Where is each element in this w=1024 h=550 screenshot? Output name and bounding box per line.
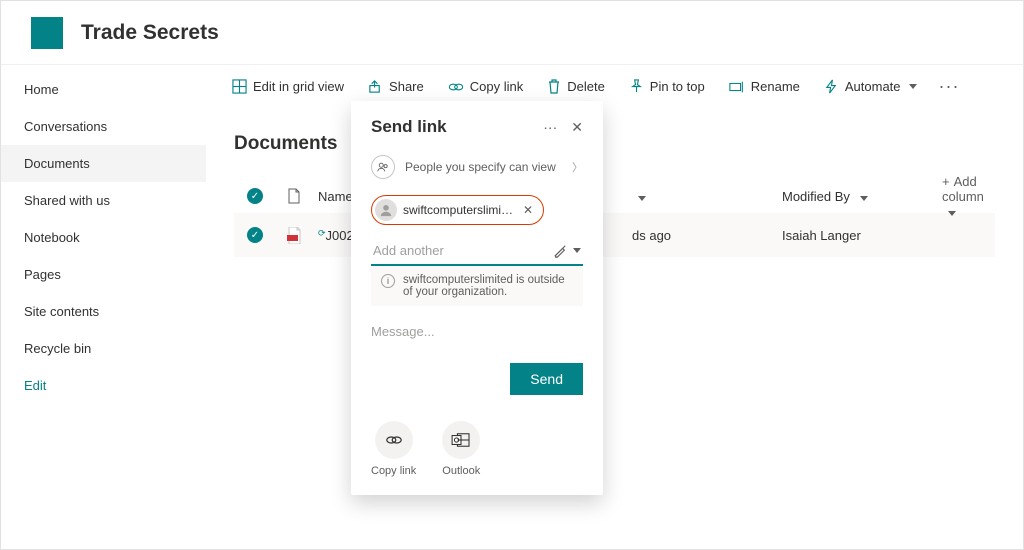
nav-site-contents[interactable]: Site contents (1, 293, 206, 330)
library-title: Documents (234, 133, 995, 155)
nav-recycle-bin[interactable]: Recycle bin (1, 330, 206, 367)
remove-recipient[interactable]: ✕ (519, 203, 537, 217)
cmd-rename[interactable]: Rename (719, 73, 810, 100)
pdf-file-icon (276, 227, 312, 244)
dialog-close[interactable]: ✕ (571, 119, 583, 136)
cmd-rename-label: Rename (751, 79, 800, 94)
action-outlook[interactable]: Outlook (442, 421, 480, 477)
person-icon (375, 199, 397, 221)
link-icon (448, 80, 464, 94)
cmd-pin-to-top[interactable]: Pin to top (619, 73, 715, 100)
automate-icon (824, 79, 839, 94)
rename-icon (729, 80, 745, 94)
grid-icon (232, 79, 247, 94)
site-tile (31, 17, 63, 49)
chevron-down-icon (638, 196, 646, 201)
cmd-pin-label: Pin to top (650, 79, 705, 94)
nav-documents[interactable]: Documents (1, 145, 206, 182)
site-title: Trade Secrets (81, 21, 219, 45)
action-outlook-label: Outlook (442, 465, 480, 477)
send-button[interactable]: Send (510, 363, 583, 395)
outlook-icon (442, 421, 480, 459)
cmd-edit-grid-view-label: Edit in grid view (253, 79, 344, 94)
site-header: Trade Secrets (1, 1, 1023, 65)
chevron-down-icon (573, 248, 581, 253)
dialog-more[interactable]: ··· (543, 119, 557, 135)
cmd-delete[interactable]: Delete (537, 73, 615, 100)
add-recipient-input[interactable] (371, 237, 553, 264)
external-warning: i swiftcomputerslimited is outside of yo… (371, 266, 583, 306)
cmd-copy-link[interactable]: Copy link (438, 73, 533, 100)
permission-scope[interactable]: People you specify can view 〉 (371, 155, 583, 179)
send-link-dialog: Send link ··· ✕ People you specify can v… (351, 101, 603, 495)
chevron-right-icon: 〉 (572, 159, 583, 175)
message-input[interactable]: Message... (371, 324, 583, 339)
nav-pages[interactable]: Pages (1, 256, 206, 293)
table-row[interactable]: ✓ ⟳J00231 ds ago Isaiah Langer (234, 213, 995, 257)
recipient-pill[interactable]: swiftcomputerslimi… ✕ (371, 195, 544, 225)
pencil-off-icon (553, 244, 567, 258)
cell-modified: ds ago (632, 228, 782, 243)
chevron-down-icon (860, 196, 868, 201)
action-copy-link[interactable]: Copy link (371, 421, 416, 477)
pin-icon (629, 79, 644, 94)
chevron-down-icon (948, 211, 956, 216)
left-nav: Home Conversations Documents Shared with… (1, 65, 206, 549)
cmd-automate-label: Automate (845, 79, 901, 94)
nav-notebook[interactable]: Notebook (1, 219, 206, 256)
cmd-edit-grid-view[interactable]: Edit in grid view (222, 73, 354, 100)
nav-shared-with-us[interactable]: Shared with us (1, 182, 206, 219)
col-modified[interactable] (632, 189, 782, 204)
col-add-column[interactable]: +Add column (942, 174, 995, 219)
cmd-copy-link-label: Copy link (470, 79, 523, 94)
share-icon (368, 79, 383, 94)
chevron-down-icon (909, 84, 917, 89)
trash-icon (547, 79, 561, 94)
recipient-name: swiftcomputerslimi… (403, 203, 513, 217)
row-selected-icon[interactable]: ✓ (247, 227, 263, 243)
nav-home[interactable]: Home (1, 71, 206, 108)
cell-modified-by: Isaiah Langer (782, 228, 942, 243)
cmd-delete-label: Delete (567, 79, 605, 94)
dialog-title: Send link (371, 117, 447, 137)
recipient-permission-picker[interactable] (553, 244, 583, 258)
command-bar: Edit in grid view Share Copy link (206, 65, 1023, 109)
cmd-share-label: Share (389, 79, 424, 94)
cmd-share[interactable]: Share (358, 73, 434, 100)
people-icon (371, 155, 395, 179)
nav-conversations[interactable]: Conversations (1, 108, 206, 145)
col-modified-by[interactable]: Modified By (782, 189, 942, 204)
new-badge: ⟳ (318, 228, 326, 238)
action-copy-link-label: Copy link (371, 465, 416, 477)
external-warning-text: swiftcomputerslimited is outside of your… (403, 274, 573, 298)
list-header: ✓ Name Modified By +Add column (234, 179, 995, 213)
permission-scope-label: People you specify can view (405, 160, 556, 174)
cmd-more[interactable]: ··· (931, 76, 968, 97)
nav-edit-link[interactable]: Edit (1, 367, 206, 404)
cmd-automate[interactable]: Automate (814, 73, 927, 100)
select-all[interactable]: ✓ (234, 188, 276, 204)
link-icon (375, 421, 413, 459)
col-type-icon (276, 188, 312, 204)
info-icon: i (381, 274, 395, 288)
